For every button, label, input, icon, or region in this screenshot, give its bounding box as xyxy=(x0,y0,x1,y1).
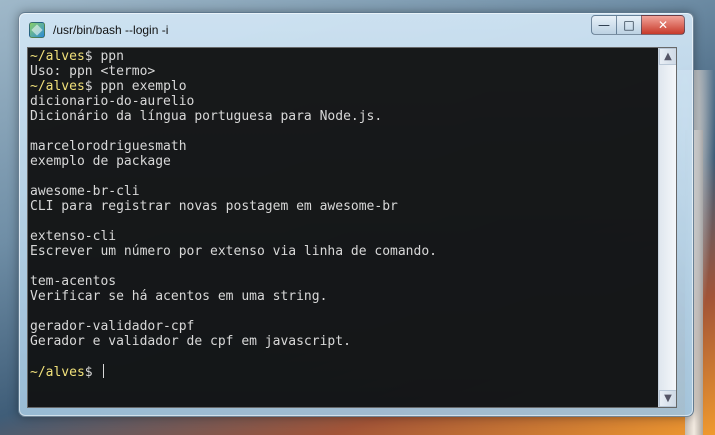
minimize-button[interactable]: — xyxy=(591,15,617,35)
titlebar[interactable]: /usr/bin/bash --login -i — □ ✕ xyxy=(19,13,693,47)
terminal-area[interactable]: ~/alves$ ppn Uso: ppn <termo> ~/alves$ ppn… xyxy=(27,47,677,408)
output-line: awesome-br-cli xyxy=(30,184,656,199)
maximize-button[interactable]: □ xyxy=(616,15,642,35)
scroll-down-arrow-icon[interactable]: ▼ xyxy=(659,390,676,407)
output-line: extenso-cli xyxy=(30,229,656,244)
prompt-symbol: $ xyxy=(84,49,93,64)
terminal-app-icon[interactable] xyxy=(29,22,45,38)
output-line: exemplo de package xyxy=(30,154,656,169)
command-text xyxy=(93,365,101,380)
output-text: Uso: ppn <termo> xyxy=(30,64,156,79)
prompt-line: ~/alves$ ppn xyxy=(30,49,656,64)
output-text: dicionario-do-aurelio xyxy=(30,94,195,109)
output-line: tem-acentos xyxy=(30,274,656,289)
output-line: marcelorodriguesmath xyxy=(30,139,656,154)
terminal-output: ~/alves$ ppn Uso: ppn <termo> ~/alves$ ppn… xyxy=(30,49,656,407)
output-text: awesome-br-cli xyxy=(30,184,140,199)
close-button[interactable]: ✕ xyxy=(641,15,685,35)
window-title: /usr/bin/bash --login -i xyxy=(53,23,169,37)
window-controls: — □ ✕ xyxy=(591,15,685,35)
prompt-line: ~/alves$ xyxy=(30,364,656,380)
cursor-wrap xyxy=(100,364,108,378)
prompt-symbol: $ xyxy=(84,365,93,380)
command-text: ppn xyxy=(92,49,124,64)
output-text: marcelorodriguesmath xyxy=(30,139,187,154)
output-text: Escrever um número por extenso via linha… xyxy=(30,244,437,259)
output-text: CLI para registrar novas postagem em awe… xyxy=(30,199,398,214)
vertical-scrollbar[interactable]: ▲ ▼ xyxy=(658,48,676,407)
prompt-path: ~/alves xyxy=(30,49,85,64)
output-line: gerador-validador-cpf xyxy=(30,319,656,334)
prompt-symbol: $ xyxy=(84,79,93,94)
output-text: extenso-cli xyxy=(30,229,117,244)
prompt-path: ~/alves xyxy=(30,365,85,380)
terminal-window: /usr/bin/bash --login -i — □ ✕ ~/alves$ … xyxy=(18,12,694,417)
output-line: Escrever um número por extenso via linha… xyxy=(30,244,656,259)
scroll-up-arrow-icon[interactable]: ▲ xyxy=(659,48,676,65)
output-text: gerador-validador-cpf xyxy=(30,319,195,334)
output-text: Verificar se há acentos em uma string. xyxy=(30,289,328,304)
command-text: ppn exemplo xyxy=(92,79,187,94)
output-line: Gerador e validador de cpf em javascript… xyxy=(30,334,656,349)
prompt-line: ~/alves$ ppn exemplo xyxy=(30,79,656,94)
output-line: Verificar se há acentos em uma string. xyxy=(30,289,656,304)
output-text: Gerador e validador de cpf em javascript… xyxy=(30,334,351,349)
output-line: dicionario-do-aurelio xyxy=(30,94,656,109)
output-text: tem-acentos xyxy=(30,274,117,289)
output-line: Dicionário da língua portuguesa para Nod… xyxy=(30,109,656,124)
text-cursor-icon xyxy=(103,364,105,378)
output-text: Dicionário da língua portuguesa para Nod… xyxy=(30,109,383,124)
output-line: CLI para registrar novas postagem em awe… xyxy=(30,199,656,214)
output-text: exemplo de package xyxy=(30,154,171,169)
output-line: Uso: ppn <termo> xyxy=(30,64,656,79)
prompt-path: ~/alves xyxy=(30,79,85,94)
